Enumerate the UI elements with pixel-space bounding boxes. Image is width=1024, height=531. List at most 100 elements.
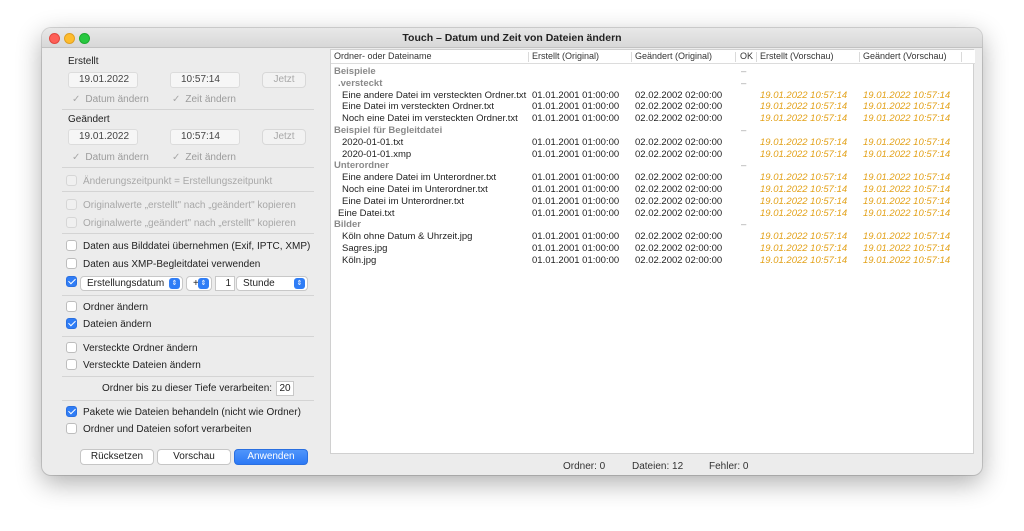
divider bbox=[62, 233, 314, 234]
table-row[interactable]: Noch eine Datei im versteckten Ordner.tx… bbox=[331, 113, 975, 125]
preview-button[interactable]: Vorschau bbox=[157, 449, 231, 465]
cell-ok: – bbox=[741, 160, 747, 172]
option-label: Daten aus Bilddatei übernehmen (Exif, IP… bbox=[83, 241, 311, 252]
option-copy-modified-to-created[interactable]: Originalwerte „geändert" nach „erstellt"… bbox=[66, 217, 296, 229]
cell-modified: 02.02.2002 02:00:00 bbox=[635, 89, 723, 101]
cell-preview-modified: 19.01.2022 10:57:14 bbox=[863, 254, 951, 266]
table-row[interactable]: Eine Datei im Unterordner.txt 01.01.2001 … bbox=[331, 196, 975, 208]
divider bbox=[62, 109, 314, 110]
offset-unit-popup[interactable]: Stunde ⇕ bbox=[236, 276, 308, 291]
modified-date-field[interactable]: 19.01.2022 bbox=[68, 129, 138, 145]
cell-created: 01.01.2001 01:00:00 bbox=[532, 243, 620, 254]
title-bar[interactable]: Touch – Datum und Zeit von Dateien änder… bbox=[42, 28, 982, 48]
settings-panel: Erstellt 19.01.2022 10:57:14 Jetzt ✓ Datu… bbox=[42, 48, 328, 475]
column-header-created[interactable]: Erstellt (Original) bbox=[532, 51, 599, 61]
created-change-date-checkbox[interactable]: ✓ Datum ändern bbox=[72, 94, 149, 105]
chevron-updown-icon: ⇕ bbox=[198, 278, 209, 289]
cell-created: 01.01.2001 01:00:00 bbox=[532, 207, 620, 219]
created-change-time-checkbox[interactable]: ✓ Zeit ändern bbox=[172, 94, 236, 105]
cell-name: Eine Datei im Unterordner.txt bbox=[342, 195, 464, 207]
option-use-image-data[interactable]: Daten aus Bilddatei übernehmen (Exif, IP… bbox=[66, 240, 310, 252]
cell-name: 2020-01-01.txt bbox=[342, 136, 404, 148]
table-row[interactable]: Köln.jpg 01.01.2001 01:00:00 02.02.2002 02… bbox=[331, 255, 975, 267]
table-row[interactable]: 2020-01-01.xmp 01.01.2001 01:00:00 02.02.2… bbox=[331, 149, 975, 161]
cell-name: .versteckt bbox=[338, 77, 383, 89]
cell-created: 01.01.2001 01:00:00 bbox=[532, 89, 620, 101]
offset-amount-field[interactable]: 1 bbox=[215, 276, 235, 291]
option-label: Ordner und Dateien sofort verarbeiten bbox=[83, 424, 252, 435]
offset-sign-popup[interactable]: + ⇕ bbox=[186, 276, 212, 291]
table-row[interactable]: Köln ohne Datum & Uhrzeit.jpg 01.01.2001 … bbox=[331, 231, 975, 243]
created-now-button[interactable]: Jetzt bbox=[262, 72, 306, 88]
cell-created: 01.01.2001 01:00:00 bbox=[532, 172, 620, 184]
modified-change-time-label: Zeit ändern bbox=[185, 152, 236, 163]
cell-modified: 02.02.2002 02:00:00 bbox=[635, 136, 723, 148]
cell-name: Eine Datei im versteckten Ordner.txt bbox=[342, 101, 495, 113]
depth-field[interactable]: 20 bbox=[276, 381, 294, 396]
option-change-equals-created[interactable]: Änderungszeitpunkt = Erstellungszeitpunk… bbox=[66, 175, 272, 187]
table-row[interactable]: Eine andere Datei im Unterordner.txt 01.0… bbox=[331, 172, 975, 184]
created-time-field[interactable]: 10:57:14 bbox=[170, 72, 240, 88]
table-row[interactable]: 2020-01-01.txt 01.01.2001 01:00:00 02.02.2… bbox=[331, 137, 975, 149]
cell-created: 01.01.2001 01:00:00 bbox=[532, 101, 620, 113]
created-change-time-label: Zeit ändern bbox=[185, 94, 236, 105]
option-change-files[interactable]: Dateien ändern bbox=[66, 318, 151, 330]
status-errors: Fehler: 0 bbox=[709, 461, 749, 472]
modified-now-button[interactable]: Jetzt bbox=[262, 129, 306, 145]
checkbox-box bbox=[66, 217, 77, 228]
option-label: Dateien ändern bbox=[83, 319, 152, 330]
cell-modified: 02.02.2002 02:00:00 bbox=[635, 231, 723, 243]
checkbox-box bbox=[66, 406, 77, 417]
table-group-row[interactable]: Bilder – bbox=[331, 219, 975, 231]
modified-time-field[interactable]: 10:57:14 bbox=[170, 129, 240, 145]
cell-name: Köln.jpg bbox=[342, 254, 377, 266]
column-header-preview-created[interactable]: Erstellt (Vorschau) bbox=[760, 51, 834, 61]
table-row[interactable]: Noch eine Datei im Unterordner.txt 01.01.… bbox=[331, 184, 975, 196]
modified-change-date-checkbox[interactable]: ✓ Datum ändern bbox=[72, 152, 149, 163]
table-row[interactable]: Eine Datei im versteckten Ordner.txt 01.0… bbox=[331, 101, 975, 113]
checkbox-box bbox=[66, 318, 77, 329]
table-row[interactable]: Eine Datei.txt 01.01.2001 01:00:00 02.02.2… bbox=[331, 208, 975, 220]
cell-preview-modified: 19.01.2022 10:57:14 bbox=[863, 113, 951, 125]
table-group-row[interactable]: .versteckt – bbox=[331, 78, 975, 90]
cell-preview-created: 19.01.2022 10:57:14 bbox=[760, 184, 848, 195]
table-group-row[interactable]: Unterordner – bbox=[331, 160, 975, 172]
option-process-immediately[interactable]: Ordner und Dateien sofort verarbeiten bbox=[66, 423, 251, 435]
table-row[interactable]: Sagres.jpg 01.01.2001 01:00:00 02.02.2002 … bbox=[331, 243, 975, 255]
file-table[interactable]: Ordner- oder Dateiname Erstellt (Origina… bbox=[330, 49, 975, 454]
column-header-ok[interactable]: OK bbox=[740, 51, 753, 61]
table-row[interactable]: Eine andere Datei im versteckten Ordner.… bbox=[331, 90, 975, 102]
created-date-field[interactable]: 19.01.2022 bbox=[68, 72, 138, 88]
cell-modified: 02.02.2002 02:00:00 bbox=[635, 184, 723, 195]
option-change-folders[interactable]: Ordner ändern bbox=[66, 301, 148, 313]
table-group-row[interactable]: Beispiele – bbox=[331, 66, 975, 78]
cell-created: 01.01.2001 01:00:00 bbox=[532, 184, 620, 195]
column-header-preview-modified[interactable]: Geändert (Vorschau) bbox=[863, 51, 947, 61]
option-use-xmp-sidecar[interactable]: Daten aus XMP-Begleitdatei verwenden bbox=[66, 258, 260, 270]
offset-field-popup[interactable]: Erstellungsdatum ⇕ bbox=[80, 276, 183, 291]
cell-name: Köln ohne Datum & Uhrzeit.jpg bbox=[342, 231, 473, 243]
column-header-modified[interactable]: Geändert (Original) bbox=[635, 51, 712, 61]
option-label: Versteckte Dateien ändern bbox=[83, 360, 201, 371]
option-copy-created-to-modified[interactable]: Originalwerte „erstellt" nach „geändert"… bbox=[66, 199, 296, 211]
option-change-hidden-folders[interactable]: Versteckte Ordner ändern bbox=[66, 342, 198, 354]
checkbox-box bbox=[66, 276, 77, 287]
checkbox-box bbox=[66, 423, 77, 434]
cell-preview-modified: 19.01.2022 10:57:14 bbox=[863, 89, 951, 101]
checkmark-icon: ✓ bbox=[72, 152, 81, 163]
cell-modified: 02.02.2002 02:00:00 bbox=[635, 243, 723, 254]
cell-modified: 02.02.2002 02:00:00 bbox=[635, 172, 723, 184]
cell-preview-modified: 19.01.2022 10:57:14 bbox=[863, 148, 951, 160]
option-packages-as-files[interactable]: Pakete wie Dateien behandeln (nicht wie … bbox=[66, 406, 301, 418]
option-label: Pakete wie Dateien behandeln (nicht wie … bbox=[83, 407, 301, 418]
option-change-hidden-files[interactable]: Versteckte Dateien ändern bbox=[66, 359, 201, 371]
divider bbox=[62, 400, 314, 401]
cell-created: 01.01.2001 01:00:00 bbox=[532, 195, 620, 207]
modified-change-time-checkbox[interactable]: ✓ Zeit ändern bbox=[172, 152, 236, 163]
reset-button[interactable]: Rücksetzen bbox=[80, 449, 154, 465]
cell-preview-created: 19.01.2022 10:57:14 bbox=[760, 148, 848, 160]
apply-button[interactable]: Anwenden bbox=[234, 449, 308, 465]
table-group-row[interactable]: Beispiel für Begleitdatei – bbox=[331, 125, 975, 137]
cell-preview-created: 19.01.2022 10:57:14 bbox=[760, 172, 848, 184]
column-header-name[interactable]: Ordner- oder Dateiname bbox=[334, 51, 432, 61]
